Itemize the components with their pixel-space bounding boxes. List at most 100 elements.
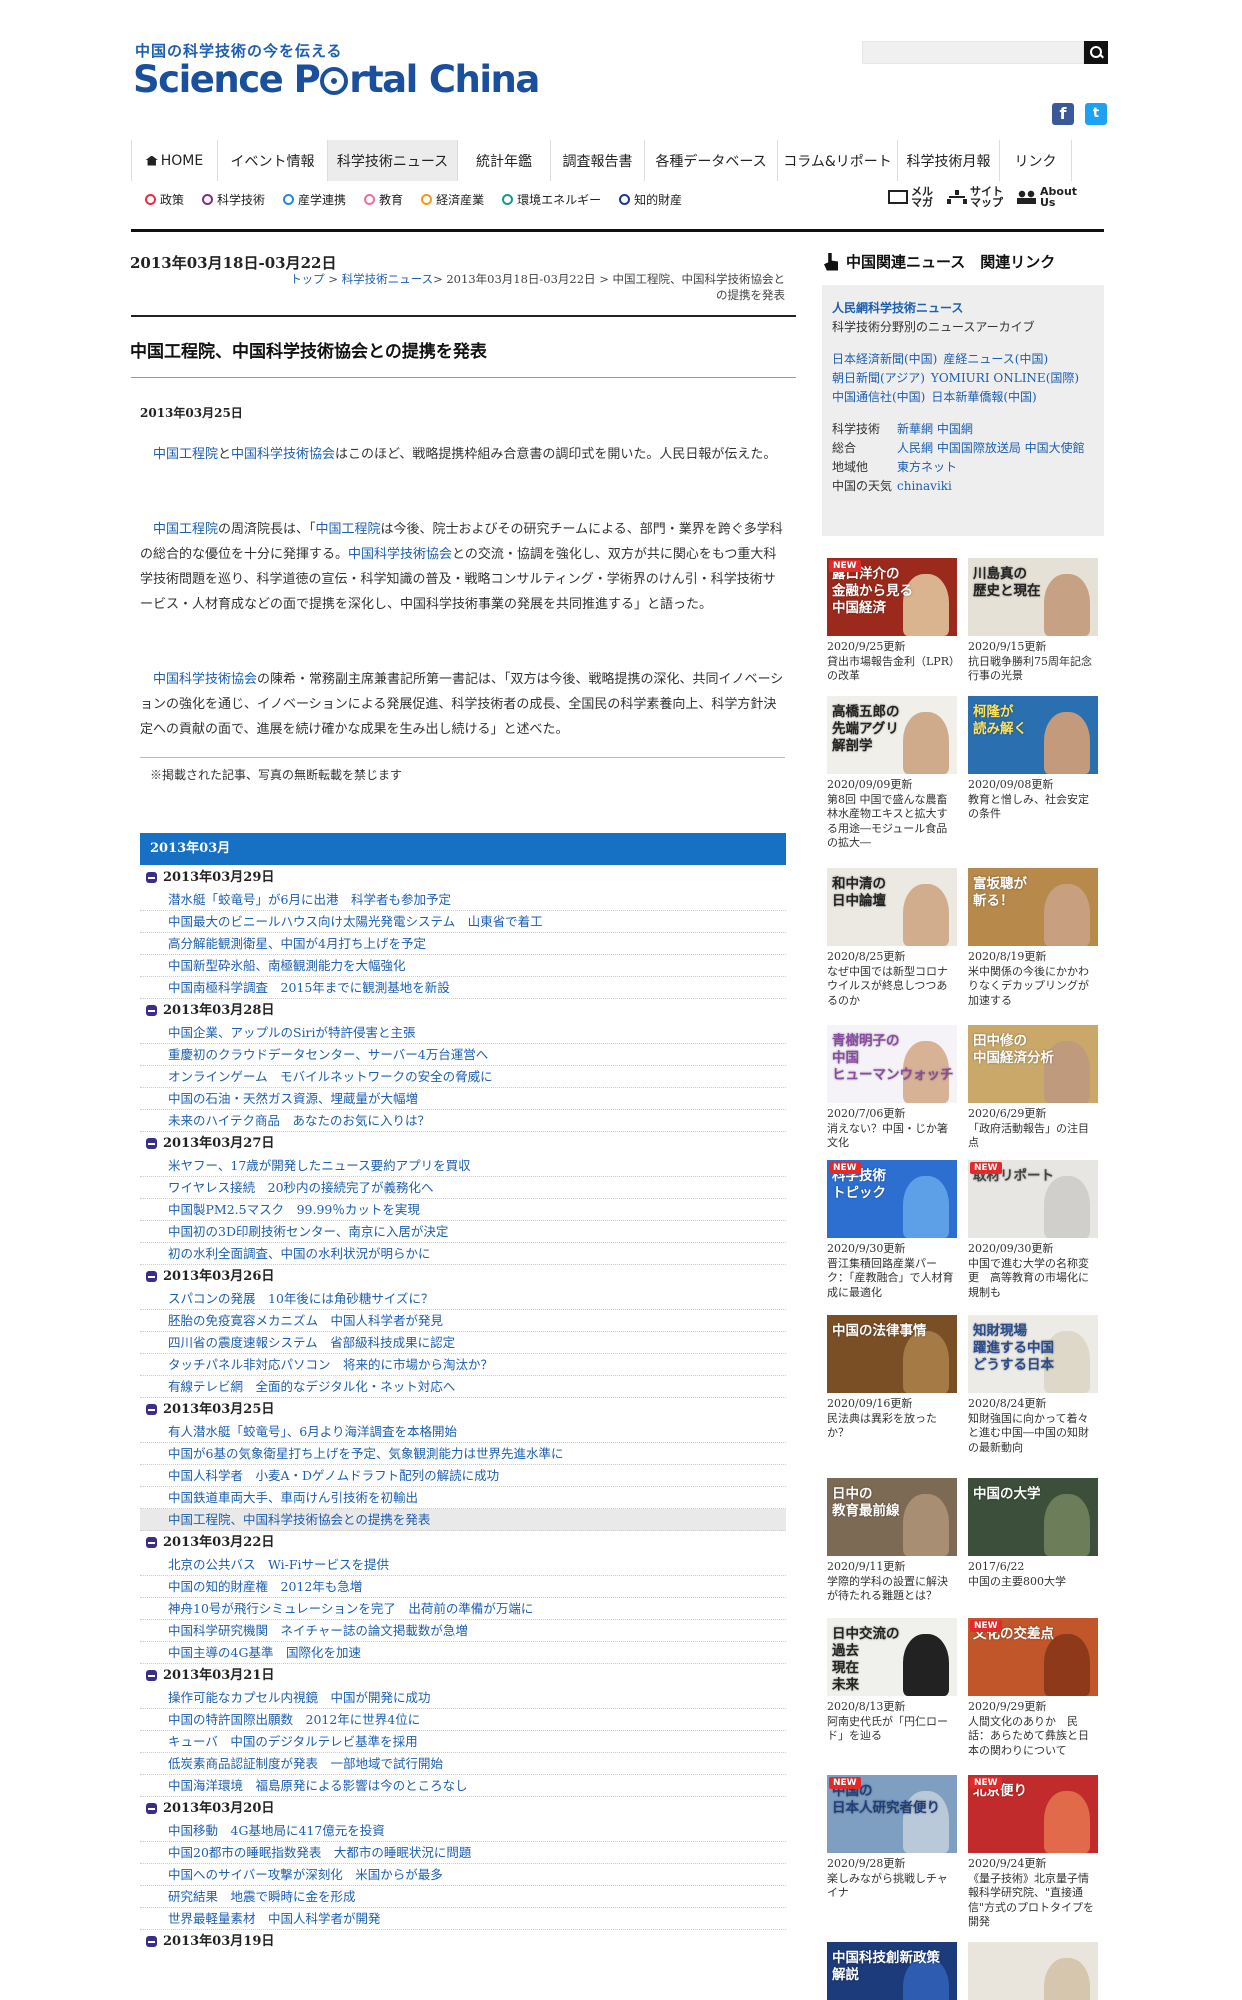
column-card[interactable]: 青樹明子の 中国 ヒューマンウォッチ 2020/7/06更新 消えない？中国・じか箸…	[827, 1025, 957, 1151]
column-thumbnail[interactable]: 田中修の 中国経済分析	[968, 1025, 1098, 1103]
archive-item-link[interactable]: 中国移動 4G基地局に417億元を投資	[140, 1820, 786, 1842]
archive-item-link[interactable]: 中国の石油・天然ガス資源、埋蔵量が大幅増	[140, 1088, 786, 1110]
column-card[interactable]: 田中修の 中国経済分析 2020/6/29更新 「政府活動報告」の注目点	[968, 1025, 1098, 1151]
category-item[interactable]: 環境エネルギー	[502, 191, 601, 208]
archive-item-link[interactable]: 胚胎の免疫寛容メカニズム 中国人科学者が発見	[140, 1310, 786, 1332]
news-link[interactable]: YOMIURI ONLINE(国際)	[931, 371, 1079, 385]
column-thumbnail[interactable]: 和中清の 日中論壇	[827, 868, 957, 946]
archive-day[interactable]: 2013年03月20日	[140, 1797, 786, 1820]
inline-link[interactable]: 中国科学技術協会	[153, 672, 257, 687]
archive-item-link[interactable]: 潜水艇「蛟竜号」が6月に出港 科学者も参加予定	[140, 889, 786, 911]
column-thumbnail[interactable]: 北京便り NEW	[968, 1775, 1098, 1853]
archive-item-link[interactable]: 中国科学研究機関 ネイチャー誌の論文掲載数が急増	[140, 1620, 786, 1642]
column-thumbnail[interactable]: 富坂聰が 斬る！	[968, 868, 1098, 946]
news-link[interactable]: 中国通信社(中国)	[832, 390, 925, 404]
archive-item-link[interactable]: 中国南極科学調査 2015年までに観測基地を新設	[140, 977, 786, 999]
nav-item[interactable]: イベント情報	[218, 140, 328, 181]
nav-item[interactable]: 統計年鑑	[458, 140, 551, 181]
archive-item-link[interactable]: 中国20都市の睡眠指数発表 大都市の睡眠状況に問題	[140, 1842, 786, 1864]
search-input[interactable]	[862, 41, 1084, 64]
archive-item-link[interactable]: 中国最大のビニールハウス向け太陽光発電システム 山東省で着工	[140, 911, 786, 933]
inline-link[interactable]: 中国工程院	[153, 522, 218, 537]
column-thumbnail[interactable]: 露口洋介の 金融から見る 中国経済 NEW	[827, 558, 957, 636]
collapse-icon[interactable]	[146, 1537, 157, 1548]
column-card[interactable]: 中国科技創新政策 解説	[827, 1942, 957, 2000]
category-link[interactable]: 人民網 中国国際放送局 中国大使館	[897, 441, 1085, 455]
archive-item-link[interactable]: 有人潜水艇「蛟竜号」、6月より海洋調査を本格開始	[140, 1421, 786, 1443]
column-thumbnail[interactable]: 日中の 教育最前線	[827, 1478, 957, 1556]
collapse-icon[interactable]	[146, 1005, 157, 1016]
category-item[interactable]: 政策	[145, 191, 184, 208]
archive-item-link[interactable]: 中国海洋環境 福島原発による影響は今のところなし	[140, 1775, 786, 1797]
column-card[interactable]: 日中交流の 過去 現在 未来 2020/8/13更新 阿南史代氏が「円仁ロード」を辿…	[827, 1618, 957, 1744]
archive-item-link[interactable]: 中国人科学者 小麦A・Dゲノムドラフト配列の解読に成功	[140, 1465, 786, 1487]
archive-day[interactable]: 2013年03月29日	[140, 866, 786, 889]
archive-item-link[interactable]: 初の水利全面調査、中国の水利状況が明らかに	[140, 1243, 786, 1265]
column-thumbnail[interactable]: 知財現場 躍進する中国 どうする日本	[968, 1315, 1098, 1393]
inline-link[interactable]: 中国科学技術協会	[231, 447, 335, 462]
column-thumbnail[interactable]: 日中交流の 過去 現在 未来	[827, 1618, 957, 1696]
nav-item[interactable]: コラム&リポート	[778, 140, 898, 181]
collapse-icon[interactable]	[146, 1138, 157, 1149]
category-item[interactable]: 科学技術	[202, 191, 265, 208]
category-item[interactable]: 産学連携	[283, 191, 346, 208]
utility-link[interactable]: About Us	[1017, 186, 1077, 208]
archive-item-link[interactable]: タッチパネル非対応パソコン 将来的に市場から淘汰か？	[140, 1354, 786, 1376]
archive-item-link[interactable]: 中国新型砕氷船、南極観測能力を大幅強化	[140, 955, 786, 977]
column-card[interactable]: 北京便り NEW 2020/9/24更新 《量子技術》北京量子情報科学研究院、"直接通…	[968, 1775, 1098, 1930]
utility-link[interactable]: メル マガ	[888, 186, 933, 208]
archive-item-link[interactable]: 中国の知的財産権 2012年も急増	[140, 1576, 786, 1598]
column-thumbnail[interactable]: 青樹明子の 中国 ヒューマンウォッチ	[827, 1025, 957, 1103]
column-card[interactable]: 和中清の 日中論壇 2020/8/25更新 なぜ中国では新型コロナウイルスが終息しつ…	[827, 868, 957, 1008]
people-daily-link[interactable]: 人民網科学技術ニュース	[832, 301, 963, 315]
collapse-icon[interactable]	[146, 1936, 157, 1947]
column-thumbnail[interactable]: 文化の交差点 NEW	[968, 1618, 1098, 1696]
column-card[interactable]: 高橋五郎の 先端アグリ 解剖学 2020/09/09更新 第8回 中国で盛んな農畜林…	[827, 696, 957, 851]
archive-item-link[interactable]: 重慶初のクラウドデータセンター、サーバー4万台運営へ	[140, 1044, 786, 1066]
collapse-icon[interactable]	[146, 1670, 157, 1681]
archive-item-link[interactable]: 操作可能なカプセル内視鏡 中国が開発に成功	[140, 1687, 786, 1709]
nav-item[interactable]: リンク	[1000, 140, 1072, 181]
category-item[interactable]: 教育	[364, 191, 403, 208]
archive-day[interactable]: 2013年03月26日	[140, 1265, 786, 1288]
column-thumbnail[interactable]: 取材リポート NEW	[968, 1160, 1098, 1238]
archive-item-link[interactable]: 未来のハイテク商品 あなたのお気に入りは？	[140, 1110, 786, 1132]
column-thumbnail[interactable]: 中国の大学	[968, 1478, 1098, 1556]
breadcrumb-top-link[interactable]: トップ	[290, 272, 325, 286]
archive-item-link[interactable]: 中国工程院、中国科学技術協会との提携を発表	[140, 1509, 786, 1531]
category-item[interactable]: 知的財産	[619, 191, 682, 208]
column-thumbnail[interactable]: 中国科技創新政策 解説	[827, 1942, 957, 2000]
collapse-icon[interactable]	[146, 1404, 157, 1415]
archive-item-link[interactable]: 低炭素商品認証制度が発表 一部地域で試行開始	[140, 1753, 786, 1775]
column-thumbnail[interactable]: 中国の 日本人研究者便り NEW	[827, 1775, 957, 1853]
nav-item[interactable]: 各種データベース	[645, 140, 778, 181]
nav-item[interactable]: 科学技術月報	[898, 140, 1000, 181]
column-thumbnail[interactable]: 高橋五郎の 先端アグリ 解剖学	[827, 696, 957, 774]
archive-item-link[interactable]: 有線テレビ網 全面的なデジタル化・ネット対応へ	[140, 1376, 786, 1398]
utility-link[interactable]: サイト マップ	[947, 186, 1003, 208]
archive-item-link[interactable]: 中国鉄道車両大手、車両けん引技術を初輸出	[140, 1487, 786, 1509]
column-card[interactable]: 知財現場 躍進する中国 どうする日本 2020/8/24更新 知財強国に向かって着々…	[968, 1315, 1098, 1455]
column-thumbnail[interactable]: 科学技術 トピック NEW	[827, 1160, 957, 1238]
news-link[interactable]: 朝日新聞(アジア)	[832, 371, 925, 385]
archive-day[interactable]: 2013年03月28日	[140, 999, 786, 1022]
archive-item-link[interactable]: ワイヤレス接続 20秒内の接続完了が義務化へ	[140, 1177, 786, 1199]
archive-day[interactable]: 2013年03月22日	[140, 1531, 786, 1554]
inline-link[interactable]: 中国工程院	[153, 447, 218, 462]
column-card[interactable]: 柯隆が 読み解く 2020/09/08更新 教育と憎しみ、社会安定の条件	[968, 696, 1098, 822]
category-link[interactable]: 東方ネット	[897, 460, 957, 474]
category-link[interactable]: 新華網 中国網	[897, 422, 973, 436]
column-card[interactable]: 取材リポート NEW 2020/09/30更新 中国で進む大学の名称変更 高等教育の市…	[968, 1160, 1098, 1300]
archive-day[interactable]: 2013年03月25日	[140, 1398, 786, 1421]
nav-item[interactable]: 科学技術ニュース	[328, 140, 458, 181]
archive-item-link[interactable]: 世界最軽量素材 中国人科学者が開発	[140, 1908, 786, 1930]
inline-link[interactable]: 中国工程院	[316, 522, 381, 537]
column-card[interactable]: 文化の交差点 NEW 2020/9/29更新 人間文化のありか 民話：あらためて彝族と…	[968, 1618, 1098, 1758]
inline-link[interactable]: 中国科学技術協会	[348, 547, 452, 562]
archive-item-link[interactable]: 中国が6基の気象衛星打ち上げを予定、気象観測能力は世界先進水準に	[140, 1443, 786, 1465]
news-link[interactable]: 産経ニュース(中国)	[943, 352, 1048, 366]
archive-item-link[interactable]: 四川省の震度速報システム 省部級科技成果に認定	[140, 1332, 786, 1354]
archive-item-link[interactable]: 中国主導の4G基準 国際化を加速	[140, 1642, 786, 1664]
archive-item-link[interactable]: 中国の特許国際出願数 2012年に世界4位に	[140, 1709, 786, 1731]
archive-day[interactable]: 2013年03月21日	[140, 1664, 786, 1687]
